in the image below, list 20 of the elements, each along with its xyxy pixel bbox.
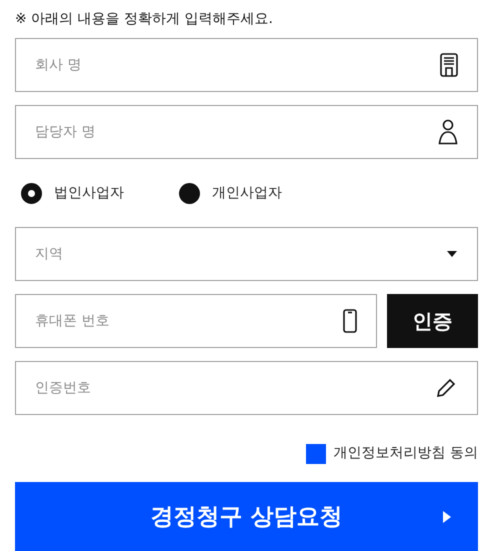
submit-button[interactable]: 경정청구 상담요청 bbox=[15, 482, 478, 551]
phone-icon bbox=[343, 309, 357, 333]
contact-field[interactable]: 담당자 명 bbox=[15, 105, 478, 159]
dropdown-caret-icon bbox=[447, 251, 457, 257]
radio-button[interactable] bbox=[179, 182, 200, 204]
verification-code-field[interactable]: 인증번호 bbox=[15, 361, 478, 415]
radio-button[interactable] bbox=[21, 182, 42, 204]
radio-label: 개인사업자 bbox=[212, 184, 282, 202]
pencil-icon bbox=[436, 378, 456, 398]
privacy-checkbox[interactable] bbox=[306, 444, 326, 464]
building-icon bbox=[440, 53, 458, 77]
region-select[interactable]: 지역 bbox=[15, 227, 478, 281]
person-icon bbox=[438, 119, 458, 145]
phone-field[interactable]: 휴대폰 번호 bbox=[15, 294, 377, 348]
play-arrow-icon bbox=[443, 511, 451, 523]
privacy-consent-label: 개인정보처리방침 동의 bbox=[334, 444, 478, 463]
radio-label: 법인사업자 bbox=[54, 184, 124, 202]
company-field[interactable]: 회사 명 bbox=[15, 38, 478, 92]
notice-text: ※ 아래의 내용을 정확하게 입력해주세요. bbox=[15, 10, 274, 29]
verify-button[interactable]: 인증 bbox=[387, 294, 478, 348]
